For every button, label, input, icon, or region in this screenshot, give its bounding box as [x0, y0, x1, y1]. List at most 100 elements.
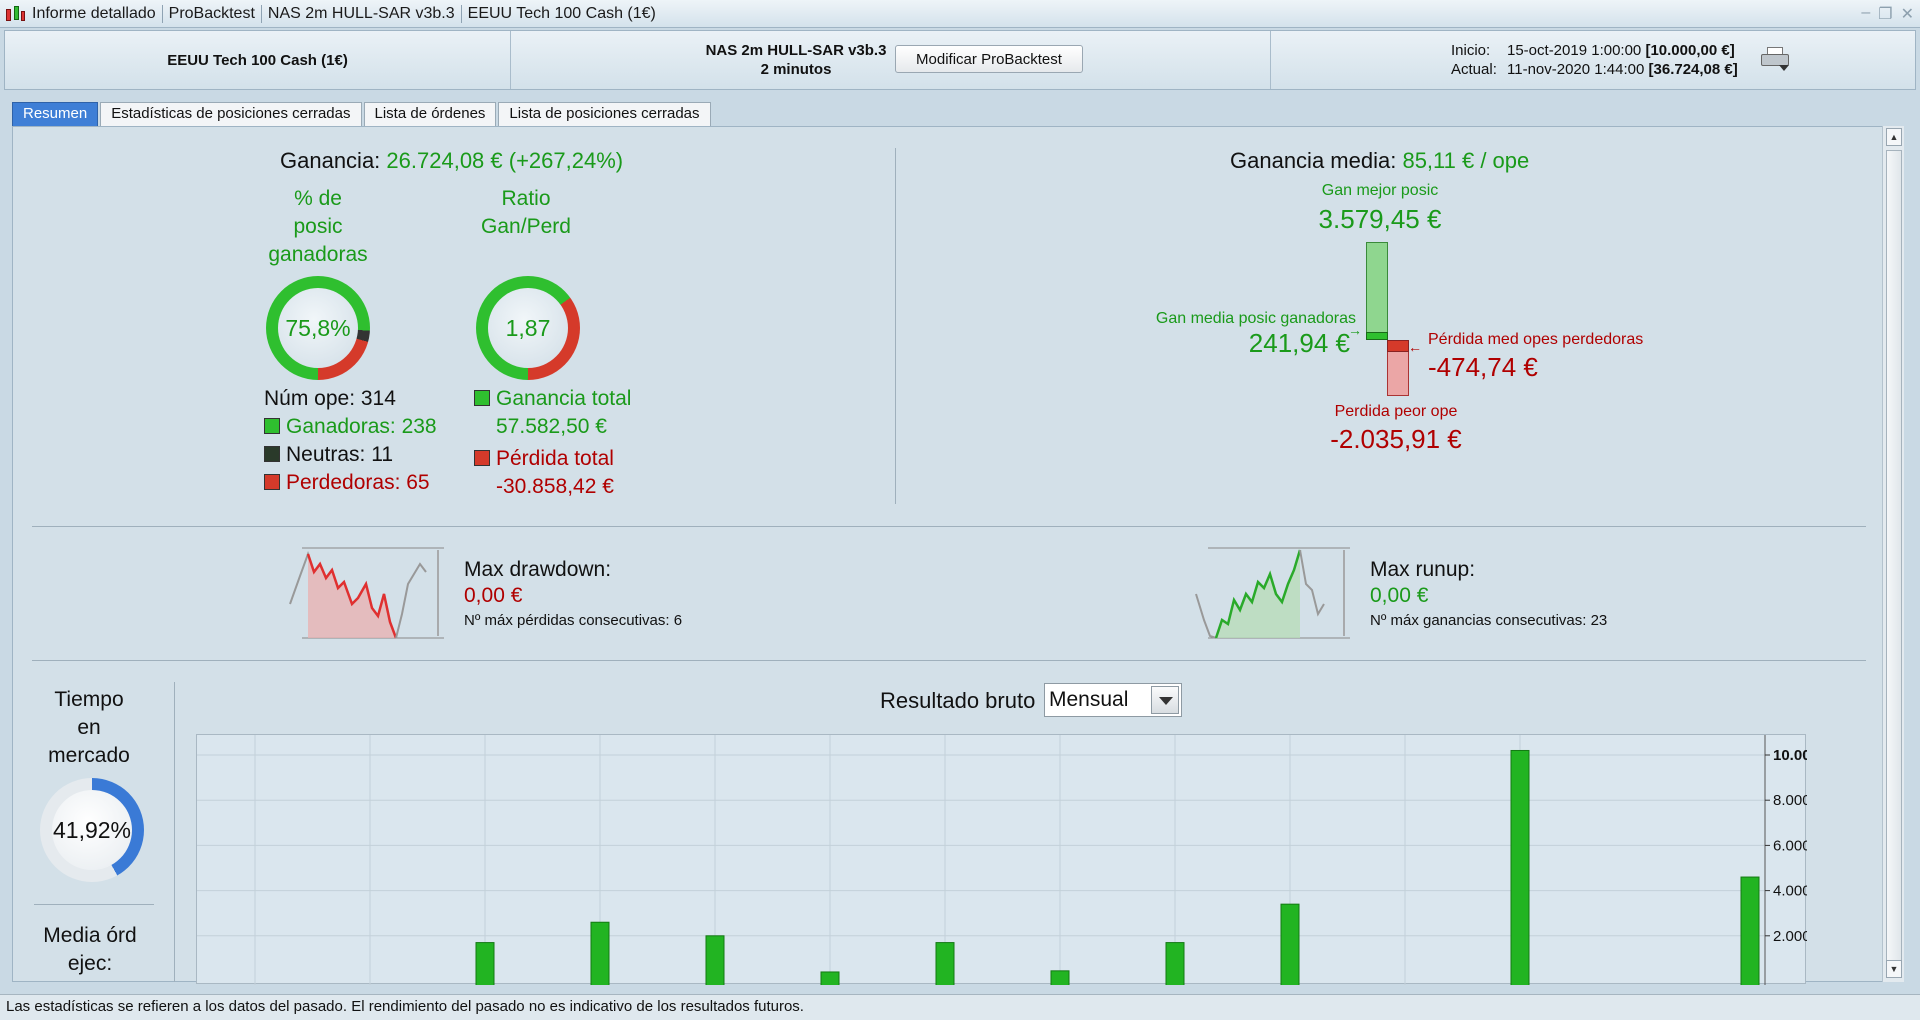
avg-loss-label: Pérdida med opes perdedoras	[1428, 331, 1644, 348]
vertical-scrollbar[interactable]: ▲ ▼	[1882, 126, 1904, 982]
period-select[interactable]: Mensual	[1044, 683, 1182, 717]
drawdown-sparkline	[289, 547, 444, 639]
avg-win-label: Gan media posic ganadoras	[1155, 310, 1356, 327]
start-label: Inicio:	[1451, 42, 1491, 59]
title-line: posic	[293, 215, 343, 238]
total-loss-value: -30.858,42 €	[496, 475, 614, 498]
restore-icon[interactable]: ❐	[1878, 4, 1892, 24]
scrollbar-thumb[interactable]	[1886, 150, 1902, 970]
strategy-section: NAS 2m HULL-SAR v3b.3 2 minutos Modifica…	[511, 31, 1271, 89]
tab-order-list[interactable]: Lista de órdenes	[363, 102, 497, 126]
best-trade-bar	[1366, 242, 1388, 340]
divider	[32, 660, 1866, 661]
chart-bar[interactable]	[475, 942, 495, 988]
winning-pct-donut: 75,8%	[266, 276, 370, 380]
green-square-icon	[474, 390, 490, 406]
candlestick-app-icon	[4, 3, 26, 25]
losers-count: Perdedoras: 65	[286, 471, 430, 494]
divider	[34, 904, 154, 905]
dates-section: Inicio: 15-oct-2019 1:00:00 [10.000,00 €]…	[1271, 31, 1915, 89]
strategy-name: NAS 2m HULL-SAR v3b.3	[705, 42, 887, 59]
avg-loss-bar	[1387, 340, 1409, 352]
best-value: 3.579,45 €	[1318, 204, 1442, 234]
tab-closed-position-stats[interactable]: Estadísticas de posiciones cerradas	[100, 102, 362, 126]
chart-bar[interactable]	[935, 942, 955, 988]
total-loss-label: Pérdida total	[496, 447, 614, 470]
title-line: Media órd	[43, 924, 137, 947]
current-label: Actual:	[1451, 61, 1497, 78]
runup-value: 0,00 €	[1370, 584, 1429, 607]
average-gain: Ganancia media: 85,11 € / ope	[1230, 148, 1529, 174]
scroll-up-icon[interactable]: ▲	[1886, 128, 1902, 146]
modify-probacktest-button[interactable]: Modificar ProBacktest	[895, 45, 1083, 73]
winners-count: Ganadoras: 238	[286, 415, 437, 438]
arrow-right-icon: →	[1348, 322, 1362, 338]
instrument-name: EEUU Tech 100 Cash (1€)	[5, 31, 511, 89]
red-square-icon	[474, 450, 490, 466]
runup-title: Max runup:	[1370, 558, 1476, 581]
chart-bar[interactable]	[1740, 876, 1760, 988]
y-tick-label: 8.000	[1773, 792, 1807, 809]
runup-sparkline	[1195, 547, 1350, 639]
total-gain-label: Ganancia total	[496, 387, 632, 410]
scroll-down-icon[interactable]: ▼	[1886, 960, 1902, 978]
drawdown-sub: Nº máx pérdidas consecutivas: 6	[464, 612, 683, 629]
report-header: EEUU Tech 100 Cash (1€) NAS 2m HULL-SAR …	[4, 30, 1916, 90]
current-date: 11-nov-2020 1:44:00	[1507, 61, 1645, 78]
ratio-title: Ratio Gan/Perd	[466, 185, 586, 241]
tab-closed-position-list[interactable]: Lista de posiciones cerradas	[498, 102, 711, 126]
report-tabs: Resumen Estadísticas de posiciones cerra…	[12, 102, 711, 126]
avg-loss-value: -474,74 €	[1428, 352, 1538, 382]
gain-value: 26.724,08 € (+267,24%)	[386, 148, 624, 173]
avg-gain-label: Ganancia media:	[1230, 148, 1397, 173]
titlebar-item: NAS 2m HULL-SAR v3b.3	[262, 4, 462, 23]
chart-bar[interactable]	[705, 935, 725, 988]
runup-block: Max runup: 0,00 € Nº máx ganancias conse…	[1370, 558, 1607, 629]
total-gain-value: 57.582,50 €	[496, 415, 607, 438]
winning-pct-value: 75,8%	[285, 314, 351, 341]
drawdown-value: 0,00 €	[464, 584, 523, 607]
avg-win-value: 241,94 €	[1248, 328, 1350, 358]
arrow-left-icon: ←	[1408, 339, 1422, 355]
green-square-icon	[264, 418, 280, 434]
avg-orders-title: Media órd ejec:	[30, 922, 150, 978]
avg-win-bar	[1366, 332, 1388, 340]
title-line: mercado	[48, 744, 130, 767]
chart-title: Resultado bruto	[880, 688, 1036, 713]
titlebar-item: EEUU Tech 100 Cash (1€)	[467, 4, 656, 22]
market-time-donut: 41,92%	[40, 778, 144, 882]
y-tick-label: 4.000	[1773, 883, 1807, 900]
gain-loss-totals: Ganancia total 57.582,50 € Pérdida total…	[474, 385, 631, 501]
num-trades: Núm ope: 314	[264, 387, 396, 410]
title-line: % de	[294, 187, 342, 210]
chart-bar[interactable]	[1280, 903, 1300, 988]
title-line: Tiempo	[54, 688, 124, 711]
chart-bar[interactable]	[820, 971, 840, 988]
red-square-icon	[264, 474, 280, 490]
chevron-down-icon[interactable]	[1151, 686, 1179, 714]
chart-bar[interactable]	[590, 921, 610, 988]
current-capital: [36.724,08 €]	[1648, 61, 1738, 78]
titlebar-item: Informe detallado	[26, 4, 163, 23]
gain-label: Ganancia:	[280, 148, 381, 173]
chart-bar[interactable]	[1050, 970, 1070, 988]
drawdown-title: Max drawdown:	[464, 558, 612, 581]
y-tick-label: 10.000	[1773, 747, 1807, 764]
status-bar: Las estadísticas se refieren a los datos…	[0, 994, 1920, 1020]
minimize-icon[interactable]: –	[1861, 4, 1870, 24]
worst-label: Perdida peor ope	[1334, 403, 1458, 420]
y-tick-label: 2.000	[1773, 928, 1807, 945]
close-icon[interactable]: ✕	[1901, 4, 1914, 24]
chart-bar[interactable]	[1510, 749, 1530, 988]
title-line: en	[77, 716, 101, 739]
print-icon[interactable]	[1761, 47, 1789, 71]
worst-value: -2.035,91 €	[1330, 424, 1462, 454]
runup-sub: Nº máx ganancias consecutivas: 23	[1370, 612, 1608, 629]
tab-resumen[interactable]: Resumen	[12, 102, 99, 126]
ratio-donut: 1,87	[476, 276, 580, 380]
period-select-value: Mensual	[1049, 688, 1129, 711]
avg-gain-value: 85,11 € / ope	[1402, 148, 1530, 173]
chart-bar[interactable]	[1165, 942, 1185, 988]
dark-square-icon	[264, 446, 280, 462]
title-line: ejec:	[67, 952, 113, 975]
